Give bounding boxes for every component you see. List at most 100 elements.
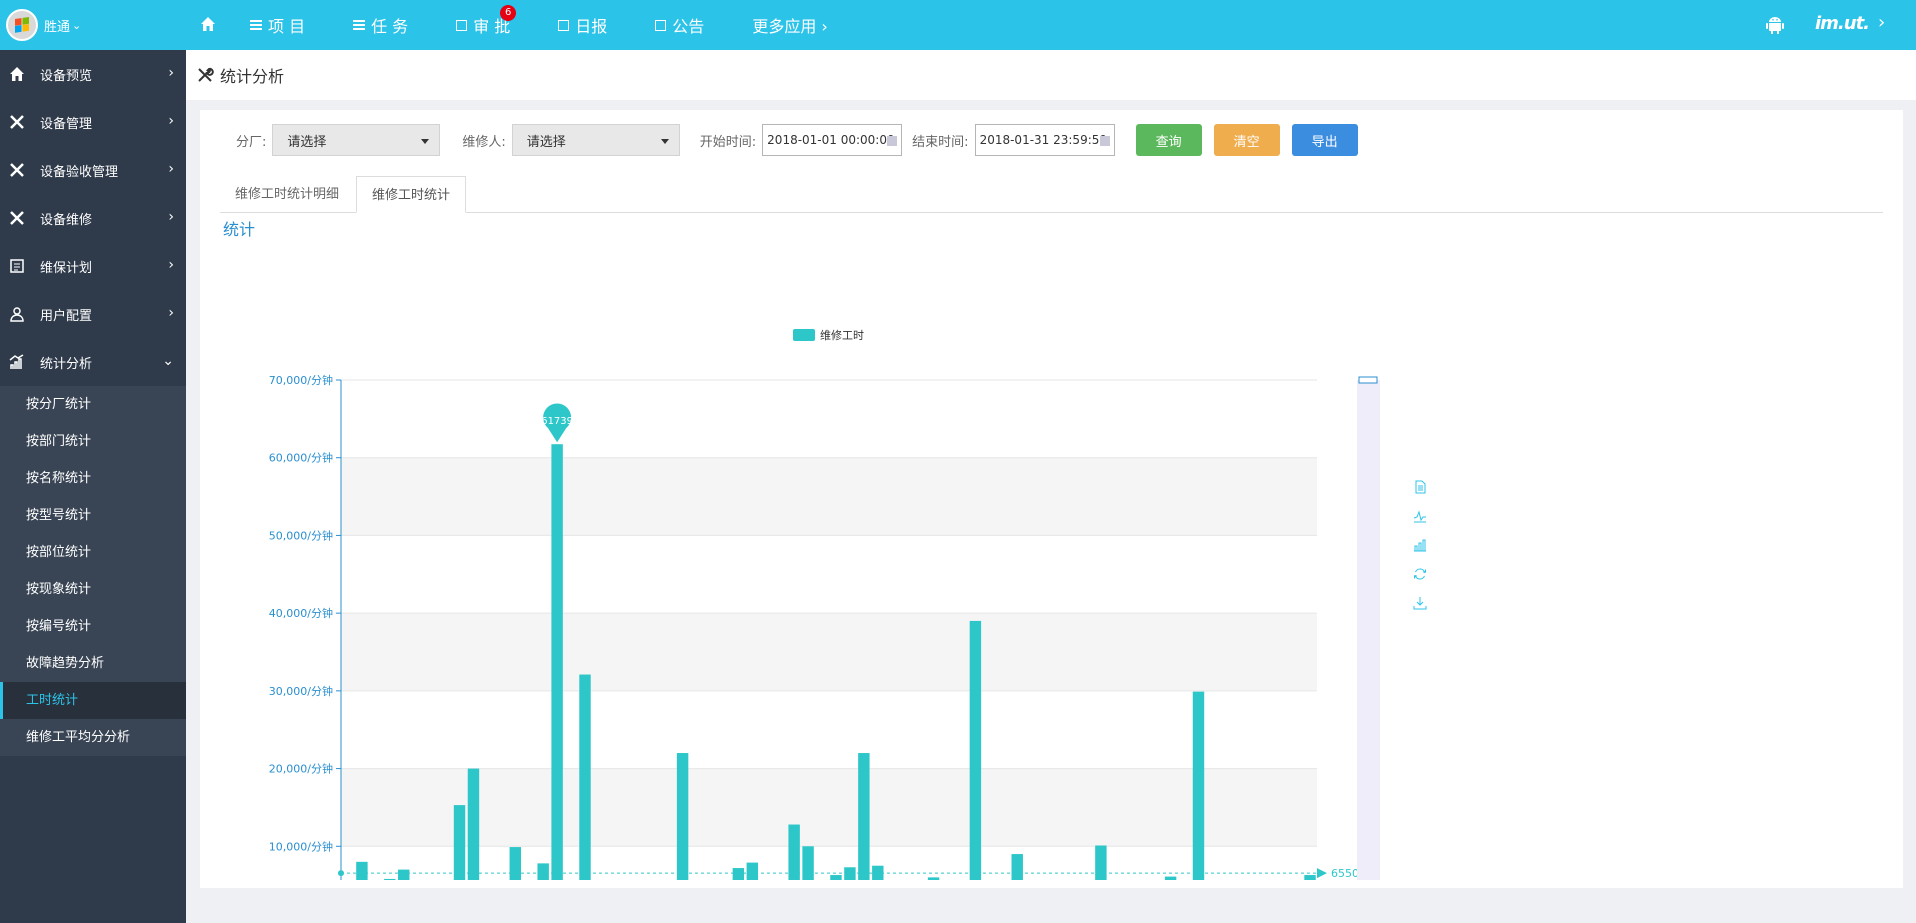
nav-item[interactable]: 项 目: [250, 13, 305, 37]
line-chart-icon[interactable]: [1413, 509, 1427, 523]
chevron-down-icon: ⌄: [72, 18, 82, 32]
y-zoom-handle-top: [1358, 376, 1378, 384]
chart-bar: [1304, 875, 1316, 880]
sidebar-item[interactable]: 设备预览 ›: [0, 50, 186, 98]
factory-select[interactable]: 请选择: [272, 124, 441, 156]
sidebar-subitem[interactable]: 故障趋势分析: [0, 645, 186, 682]
chart-bar: [537, 863, 549, 880]
chevron-right-icon: ›: [168, 209, 174, 225]
list-icon: [353, 20, 366, 30]
chart-bar: [788, 824, 800, 880]
sidebar-item[interactable]: 用户配置 ›: [0, 290, 186, 338]
nav-item-label: 更多应用 ›: [752, 17, 828, 36]
chart-bar: [732, 868, 745, 880]
tab-hours-detail[interactable]: 维修工时统计明细: [220, 176, 354, 213]
chart-toolbox: [1413, 480, 1433, 625]
chart-bar: [1011, 854, 1023, 880]
chart-bar: [802, 846, 814, 880]
chart-bar: [1164, 876, 1177, 880]
sidebar-item[interactable]: 设备管理 ›: [0, 98, 186, 146]
end-time-value: 2018-01-31 23:59:59: [979, 133, 1108, 147]
sidebar-subitem[interactable]: 维修工平均分分析: [0, 719, 186, 756]
sidebar-subitem[interactable]: 按编号统计: [0, 608, 186, 645]
clear-button[interactable]: 清空: [1213, 124, 1280, 156]
sidebar-subitem[interactable]: 按现象统计: [0, 571, 186, 608]
refresh-icon[interactable]: [1413, 567, 1427, 581]
nav-item-label: 公告: [672, 17, 705, 36]
query-button[interactable]: 查询: [1135, 124, 1202, 156]
sidebar-subitem[interactable]: 工时统计: [0, 682, 186, 719]
data-view-icon[interactable]: [1413, 480, 1427, 494]
nav-item[interactable]: 更多应用 ›: [752, 13, 828, 37]
start-time-input[interactable]: 2018-01-01 00:00:00: [762, 124, 903, 156]
chart-bar: [746, 862, 759, 880]
chart-bar: [551, 444, 563, 880]
chart-bar: [384, 878, 396, 880]
y-tick-label: 30,000/分钟: [269, 684, 333, 698]
sidebar-item[interactable]: 设备验收管理 ›: [0, 146, 186, 194]
sidebar-item[interactable]: 统计分析 ⌄: [0, 338, 186, 386]
tools-icon: [198, 67, 214, 82]
chart-bar: [830, 875, 842, 880]
y-tick-label: 50,000/分钟: [269, 528, 333, 542]
legend-label: 维修工时: [820, 328, 864, 342]
chart-bar: [844, 867, 856, 880]
sidebar-subitem[interactable]: 按型号统计: [0, 497, 186, 534]
chevron-right-icon: ›: [168, 257, 174, 273]
chart-bar: [509, 847, 522, 880]
nav-item[interactable]: 日报: [558, 13, 607, 37]
y-tick-label: 40,000/分钟: [269, 606, 333, 620]
tab-hours-statistics[interactable]: 维修工时统计: [356, 176, 467, 213]
tab-bar: 维修工时统计明细 维修工时统计: [220, 176, 1883, 213]
android-icon[interactable]: [1765, 15, 1785, 35]
average-arrow: [1317, 868, 1327, 879]
chart-bar: [969, 620, 982, 880]
nav-item[interactable]: 公告: [655, 13, 704, 37]
user-menu[interactable]: 胜通 ⌄: [6, 9, 81, 41]
chart-bar: [858, 753, 870, 880]
calendar-icon[interactable]: [1099, 136, 1110, 146]
repairer-select[interactable]: 请选择: [511, 124, 680, 156]
y-tick-label: 10,000/分钟: [269, 839, 333, 853]
start-time-value: 2018-01-01 00:00:00: [767, 133, 895, 147]
home-icon: [8, 65, 26, 83]
user-avatar: [6, 9, 38, 41]
nav-item[interactable]: 审 批6: [456, 5, 517, 37]
sidebar-subitem[interactable]: 按名称统计: [0, 460, 186, 497]
nav-item-label: 项 目: [268, 17, 306, 36]
sidebar-item[interactable]: 维保计划 ›: [0, 242, 186, 290]
sidebar-subitem[interactable]: 按分厂统计: [0, 386, 186, 423]
sidebar-item[interactable]: 设备维修 ›: [0, 194, 186, 242]
list-icon: [250, 20, 262, 30]
chart-bar: [356, 861, 368, 880]
home-icon[interactable]: [199, 15, 217, 33]
sidebar-item-label: 用户配置: [40, 308, 93, 324]
chart-bar: [398, 869, 410, 880]
filter-bar: 分厂: 请选择 维修人: 请选择 开始时间: 2018-01-01 00:00:…: [200, 124, 1358, 156]
download-icon[interactable]: [1413, 596, 1427, 610]
tools-icon: [8, 161, 26, 179]
chevron-right-icon[interactable]: ›: [1878, 12, 1885, 33]
sidebar-item-label: 维保计划: [40, 260, 93, 276]
nav-item[interactable]: 任 务: [353, 13, 408, 37]
chart-icon: [8, 353, 26, 371]
chart-bar: [927, 877, 940, 880]
average-start-point: [338, 870, 344, 877]
end-time-input[interactable]: 2018-01-31 23:59:59: [974, 124, 1115, 156]
y-tick-label: 60,000/分钟: [269, 451, 333, 465]
content-panel: 分厂: 请选择 维修人: 请选择 开始时间: 2018-01-01 00:00:…: [200, 110, 1903, 888]
page-header: 统计分析: [186, 50, 1916, 100]
box-icon: [456, 19, 468, 31]
grid-band: [341, 457, 1317, 536]
export-button[interactable]: 导出: [1291, 124, 1358, 156]
sidebar-submenu: 按分厂统计 按部门统计 按名称统计 按型号统计 按部位统计 按现象统计 按编号统计 故障趋势分…: [0, 386, 186, 756]
bar-chart-icon[interactable]: [1413, 538, 1427, 552]
company-logo[interactable]: im.ut.: [1815, 13, 1870, 34]
calendar-icon[interactable]: [887, 136, 898, 146]
chart-bar: [579, 674, 591, 880]
grid-band: [341, 613, 1317, 691]
sidebar-item-label: 统计分析: [40, 356, 93, 372]
sidebar-subitem[interactable]: 按部门统计: [0, 423, 186, 460]
main-nav: 项 目 任 务 审 批 6 日报 公告 更多应用 ›: [250, 0, 876, 50]
sidebar-subitem[interactable]: 按部位统计: [0, 534, 186, 571]
